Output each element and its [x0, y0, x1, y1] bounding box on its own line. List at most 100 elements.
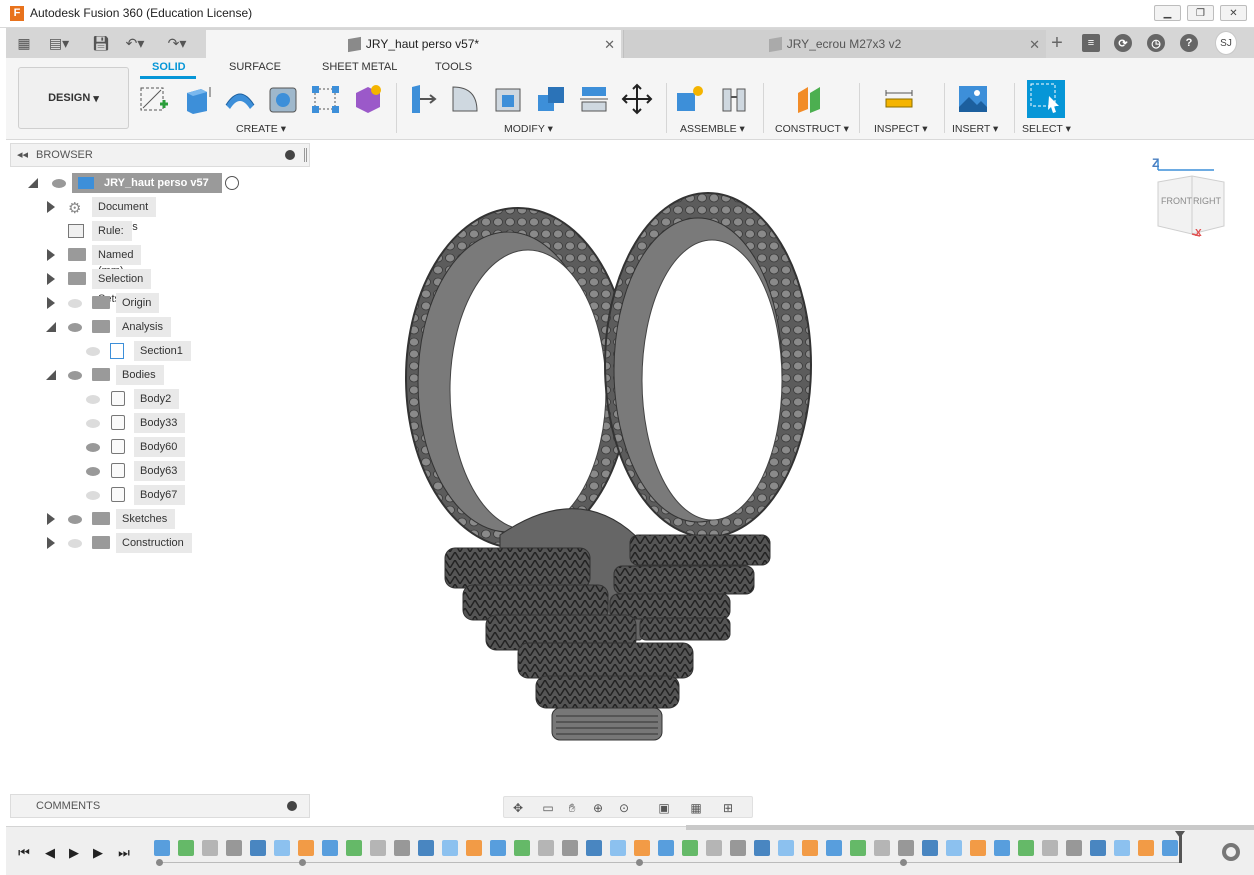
job-status-icon[interactable]: ⟳ [1112, 32, 1134, 54]
joint-icon[interactable] [718, 83, 750, 115]
tab-sheet-metal[interactable]: SHEET METAL [322, 61, 397, 73]
help-icon[interactable]: ? [1178, 32, 1200, 54]
fillet-icon[interactable] [449, 83, 481, 115]
workspace-switcher[interactable]: DESIGN ▾ [18, 67, 129, 129]
step-back-icon[interactable]: ◀ [42, 845, 58, 861]
browser-header[interactable]: ◂◂ BROWSER [10, 143, 310, 167]
undo-icon[interactable]: ↶▾ [124, 33, 146, 53]
timeline-feature-icon[interactable] [1066, 840, 1082, 856]
create-sketch-icon[interactable] [138, 83, 170, 115]
timeline-feature-icon[interactable] [730, 840, 746, 856]
timeline-feature-icon[interactable] [778, 840, 794, 856]
close-window-button[interactable]: ✕ [1220, 5, 1247, 21]
activate-radio-icon[interactable] [225, 176, 239, 190]
expand-arrow-icon[interactable] [47, 273, 55, 285]
add-comment-icon[interactable] [287, 801, 297, 811]
timeline-feature-icon[interactable] [370, 840, 386, 856]
tab-inactive-document[interactable]: JRY_ecrou M27x3 v2 ✕ [623, 30, 1046, 58]
timeline-feature-icon[interactable] [418, 840, 434, 856]
timeline-feature-icon[interactable] [994, 840, 1010, 856]
timeline-feature-icon[interactable] [1114, 840, 1130, 856]
measure-icon[interactable] [883, 83, 915, 115]
play-icon[interactable]: ▶ [66, 845, 82, 861]
timeline-feature-icon[interactable] [922, 840, 938, 856]
create-form-icon[interactable] [352, 83, 384, 115]
tab-active-document[interactable]: JRY_haut perso v57* ✕ [206, 30, 621, 58]
timeline-feature-icon[interactable] [226, 840, 242, 856]
move-copy-icon[interactable] [621, 83, 653, 115]
timeline-feature-icon[interactable] [634, 840, 650, 856]
pattern-icon[interactable] [309, 83, 341, 115]
app-grid-icon[interactable]: ▦ [13, 33, 35, 53]
comments-panel[interactable]: COMMENTS [10, 794, 310, 818]
create-menu[interactable]: CREATE ▾ [236, 123, 286, 135]
visibility-eye-icon[interactable] [86, 347, 100, 356]
front-face-label[interactable]: FRONT [1161, 196, 1192, 206]
minimize-panel-icon[interactable] [285, 150, 295, 160]
right-face-label[interactable]: RIGHT [1193, 196, 1221, 206]
go-to-start-icon[interactable]: ⏮ [16, 845, 32, 861]
view-cube[interactable]: Z FRONT RIGHT X [1148, 152, 1228, 242]
timeline-feature-icon[interactable] [1042, 840, 1058, 856]
redo-icon[interactable]: ↷▾ [166, 33, 188, 53]
extrude-icon[interactable] [181, 83, 213, 115]
modify-menu[interactable]: MODIFY ▾ [504, 123, 553, 135]
restore-button[interactable]: ❐ [1187, 5, 1214, 21]
timeline-feature-icon[interactable] [754, 840, 770, 856]
save-icon[interactable]: 💾︎ [90, 33, 112, 53]
visibility-eye-icon[interactable] [86, 491, 100, 500]
visibility-eye-icon[interactable] [68, 323, 82, 332]
timeline-feature-icon[interactable] [250, 840, 266, 856]
timeline-feature-icon[interactable] [898, 840, 914, 856]
visibility-eye-icon[interactable] [68, 299, 82, 308]
zoom-icon[interactable]: ⊕ [590, 801, 606, 815]
timeline-feature-icon[interactable] [466, 840, 482, 856]
pan-hand-icon[interactable]: ✋︎ [564, 801, 580, 815]
tab-solid[interactable]: SOLID [152, 61, 186, 73]
expand-arrow-icon[interactable] [47, 297, 55, 309]
visibility-eye-icon[interactable] [52, 179, 66, 188]
fit-zoom-icon[interactable]: ⊙ [616, 801, 632, 815]
expand-arrow-icon[interactable] [47, 249, 55, 261]
close-tab-icon[interactable]: ✕ [1029, 37, 1040, 53]
insert-menu[interactable]: INSERT ▾ [952, 123, 998, 135]
select-menu[interactable]: SELECT ▾ [1022, 123, 1071, 135]
timeline-feature-icon[interactable] [706, 840, 722, 856]
revolve-icon[interactable] [224, 83, 256, 115]
expand-arrow-icon[interactable] [47, 513, 55, 525]
viewports-icon[interactable]: ⊞ [720, 801, 736, 815]
timeline-feature-icon[interactable] [682, 840, 698, 856]
expand-arrow-icon[interactable] [47, 537, 55, 549]
collapse-arrow-icon[interactable] [46, 322, 56, 332]
timeline-feature-icon[interactable] [970, 840, 986, 856]
display-settings-icon[interactable]: ▣ [656, 801, 672, 815]
visibility-eye-icon[interactable] [68, 515, 82, 524]
timeline-position-marker[interactable] [1175, 831, 1185, 863]
timeline-scrollbar[interactable] [686, 825, 1254, 830]
timeline-feature-icon[interactable] [1138, 840, 1154, 856]
press-pull-icon[interactable] [406, 83, 438, 115]
timeline-feature-icon[interactable] [1162, 840, 1178, 856]
inspect-menu[interactable]: INSPECT ▾ [874, 123, 928, 135]
go-to-end-icon[interactable]: ⏭ [116, 845, 132, 861]
timeline-feature-icon[interactable] [274, 840, 290, 856]
orbit-icon[interactable]: ✥ [510, 801, 526, 815]
visibility-eye-icon[interactable] [86, 443, 100, 452]
combine-icon[interactable] [535, 83, 567, 115]
timeline-feature-icon[interactable] [346, 840, 362, 856]
look-at-icon[interactable]: ▭ [540, 801, 556, 815]
timeline-settings-gear-icon[interactable] [1222, 843, 1240, 861]
timeline-feature-icon[interactable] [826, 840, 842, 856]
grid-settings-icon[interactable]: ▦ [688, 801, 704, 815]
timeline-feature-icon[interactable] [538, 840, 554, 856]
visibility-eye-icon[interactable] [86, 419, 100, 428]
timeline-feature-icon[interactable] [946, 840, 962, 856]
offset-plane-icon[interactable] [794, 83, 826, 115]
collapse-panel-icon[interactable]: ◂◂ [17, 148, 28, 161]
expand-arrow-icon[interactable] [47, 201, 55, 213]
timeline-feature-icon[interactable] [154, 840, 170, 856]
timeline-feature-icon[interactable] [586, 840, 602, 856]
timeline-feature-icon[interactable] [298, 840, 314, 856]
hole-icon[interactable] [267, 83, 299, 115]
timeline-feature-icon[interactable] [562, 840, 578, 856]
